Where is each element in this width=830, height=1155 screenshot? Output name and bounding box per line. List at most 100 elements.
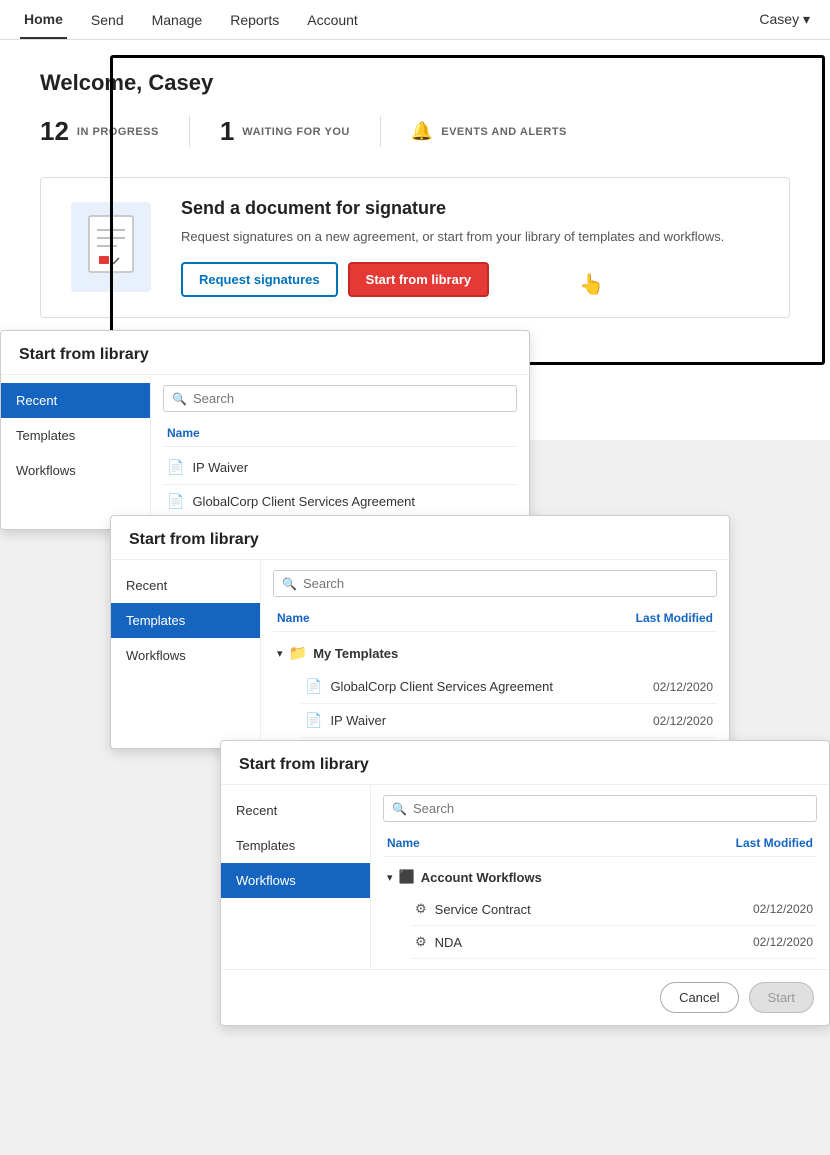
search-box-3: 🔍 (383, 795, 817, 822)
folder-name-3: Account Workflows (421, 870, 542, 885)
list-item: ⚙ NDA 02/12/2020 (411, 926, 817, 959)
library-panel1-title: Start from library (1, 331, 529, 375)
folder-row-2: ▾ 📁 My Templates (273, 636, 717, 670)
stat-waiting-number: 1 (220, 116, 234, 147)
user-menu[interactable]: Casey ▾ (759, 11, 810, 28)
library-panel2-main: 🔍 Name Last Modified ▾ 📁 My Templates 📄 … (261, 560, 729, 748)
send-doc-actions: Request signatures Start from library (181, 262, 759, 297)
search-icon-2: 🔍 (282, 577, 297, 591)
file-name: IP Waiver (330, 713, 645, 728)
nav-manage[interactable]: Manage (148, 0, 207, 39)
library-panel1-sidebar: Recent Templates Workflows (1, 375, 151, 529)
library-panel1-body: Recent Templates Workflows 🔍 Name 📄 IP W… (1, 375, 529, 529)
search-icon-1: 🔍 (172, 392, 187, 406)
indented-rows-3: ⚙ Service Contract 02/12/2020 ⚙ NDA 02/1… (383, 893, 817, 959)
user-name: Casey ▾ (759, 11, 810, 28)
nav-reports[interactable]: Reports (226, 0, 283, 39)
file-name: Service Contract (435, 902, 745, 917)
stat-inprogress-label: IN PROGRESS (77, 126, 159, 138)
folder-icon: 📁 (289, 644, 308, 662)
file-name: NDA (435, 935, 745, 950)
folder-arrow-icon: ▾ (277, 647, 283, 660)
col-modified-3: Last Modified (736, 836, 813, 850)
folder-row-3: ▾ ⬛ Account Workflows (383, 861, 817, 893)
col-headers-1: Name (163, 422, 517, 447)
list-item: ⚙ Service Contract 02/12/2020 (411, 893, 817, 926)
doc-illustration (71, 202, 151, 292)
file-name: IP Waiver (192, 460, 513, 475)
send-doc-title: Send a document for signature (181, 198, 759, 219)
bell-icon: 🔔 (411, 121, 433, 142)
search-box-2: 🔍 (273, 570, 717, 597)
library-panel1-main: 🔍 Name 📄 IP Waiver 📄 GlobalCorp Client S… (151, 375, 529, 529)
col-headers-2: Name Last Modified (273, 607, 717, 632)
library-panel3-main: 🔍 Name Last Modified ▾ ⬛ Account Workflo… (371, 785, 829, 969)
search-box-1: 🔍 (163, 385, 517, 412)
file-date: 02/12/2020 (753, 902, 813, 916)
top-nav: Home Send Manage Reports Account Casey ▾ (0, 0, 830, 40)
stat-inprogress-number: 12 (40, 116, 69, 147)
start-from-library-button[interactable]: Start from library (348, 262, 489, 297)
library-panel2-body: Recent Templates Workflows 🔍 Name Last M… (111, 560, 729, 748)
workflow-icon-2: ⚙ (415, 934, 427, 950)
library-panel3-sidebar: Recent Templates Workflows (221, 785, 371, 969)
file-icon: 📄 (167, 459, 184, 476)
file-date: 02/12/2020 (653, 680, 713, 694)
stat-in-progress: 12 IN PROGRESS (40, 116, 190, 147)
file-date: 02/12/2020 (653, 714, 713, 728)
file-icon: 📄 (305, 678, 322, 695)
send-doc-text: Send a document for signature Request si… (181, 198, 759, 297)
library-panel2-title: Start from library (111, 516, 729, 560)
library-panel2-sidebar: Recent Templates Workflows (111, 560, 261, 748)
col-name-1: Name (167, 426, 200, 440)
panel3-footer: Cancel Start (221, 969, 829, 1025)
file-name: GlobalCorp Client Services Agreement (330, 679, 645, 694)
nav-account[interactable]: Account (303, 0, 362, 39)
sidebar-recent-3[interactable]: Recent (221, 793, 370, 828)
workflow-icon-1: ⚙ (415, 901, 427, 917)
library-panel3-body: Recent Templates Workflows 🔍 Name Last M… (221, 785, 829, 969)
folder-arrow-icon-3: ▾ (387, 871, 393, 884)
stats-bar: 12 IN PROGRESS 1 WAITING FOR YOU 🔔 EVENT… (40, 116, 790, 147)
file-name: GlobalCorp Client Services Agreement (192, 494, 513, 509)
folder-name-2: My Templates (313, 646, 398, 661)
file-icon: 📄 (167, 493, 184, 510)
stat-waiting-label: WAITING FOR YOU (242, 126, 350, 138)
sidebar-workflows-2[interactable]: Workflows (111, 638, 260, 673)
sidebar-templates-2[interactable]: Templates (111, 603, 260, 638)
stat-waiting: 1 WAITING FOR YOU (220, 116, 381, 147)
sidebar-recent-1[interactable]: Recent (1, 383, 150, 418)
col-name-3: Name (387, 836, 420, 850)
indented-rows-2: 📄 GlobalCorp Client Services Agreement 0… (273, 670, 717, 738)
file-date: 02/12/2020 (753, 935, 813, 949)
col-name-2: Name (277, 611, 310, 625)
sidebar-recent-2[interactable]: Recent (111, 568, 260, 603)
list-item: 📄 IP Waiver (163, 451, 517, 485)
list-item: 📄 GlobalCorp Client Services Agreement 0… (301, 670, 717, 704)
nav-links: Home Send Manage Reports Account (20, 0, 362, 39)
nav-home[interactable]: Home (20, 0, 67, 39)
library-panel3-title: Start from library (221, 741, 829, 785)
search-icon-3: 🔍 (392, 802, 407, 816)
sidebar-templates-3[interactable]: Templates (221, 828, 370, 863)
start-button[interactable]: Start (749, 982, 814, 1013)
sidebar-workflows-3[interactable]: Workflows (221, 863, 370, 898)
sidebar-templates-1[interactable]: Templates (1, 418, 150, 453)
request-signatures-button[interactable]: Request signatures (181, 262, 338, 297)
library-panel-templates: Start from library Recent Templates Work… (110, 515, 730, 749)
library-panel-workflows: Start from library Recent Templates Work… (220, 740, 830, 1026)
search-input-2[interactable] (303, 576, 708, 591)
cancel-button[interactable]: Cancel (660, 982, 738, 1013)
welcome-title: Welcome, Casey (40, 70, 790, 96)
search-input-3[interactable] (413, 801, 808, 816)
search-input-1[interactable] (193, 391, 508, 406)
send-doc-card: Send a document for signature Request si… (40, 177, 790, 318)
list-item: 📄 IP Waiver 02/12/2020 (301, 704, 717, 738)
library-panel-recent: Start from library Recent Templates Work… (0, 330, 530, 530)
list-item: 📄 GlobalCorp Client Services Agreement (163, 485, 517, 519)
col-headers-3: Name Last Modified (383, 832, 817, 857)
sidebar-workflows-1[interactable]: Workflows (1, 453, 150, 488)
file-icon: 📄 (305, 712, 322, 729)
nav-send[interactable]: Send (87, 0, 128, 39)
cursor-icon: 👆 (579, 272, 604, 297)
